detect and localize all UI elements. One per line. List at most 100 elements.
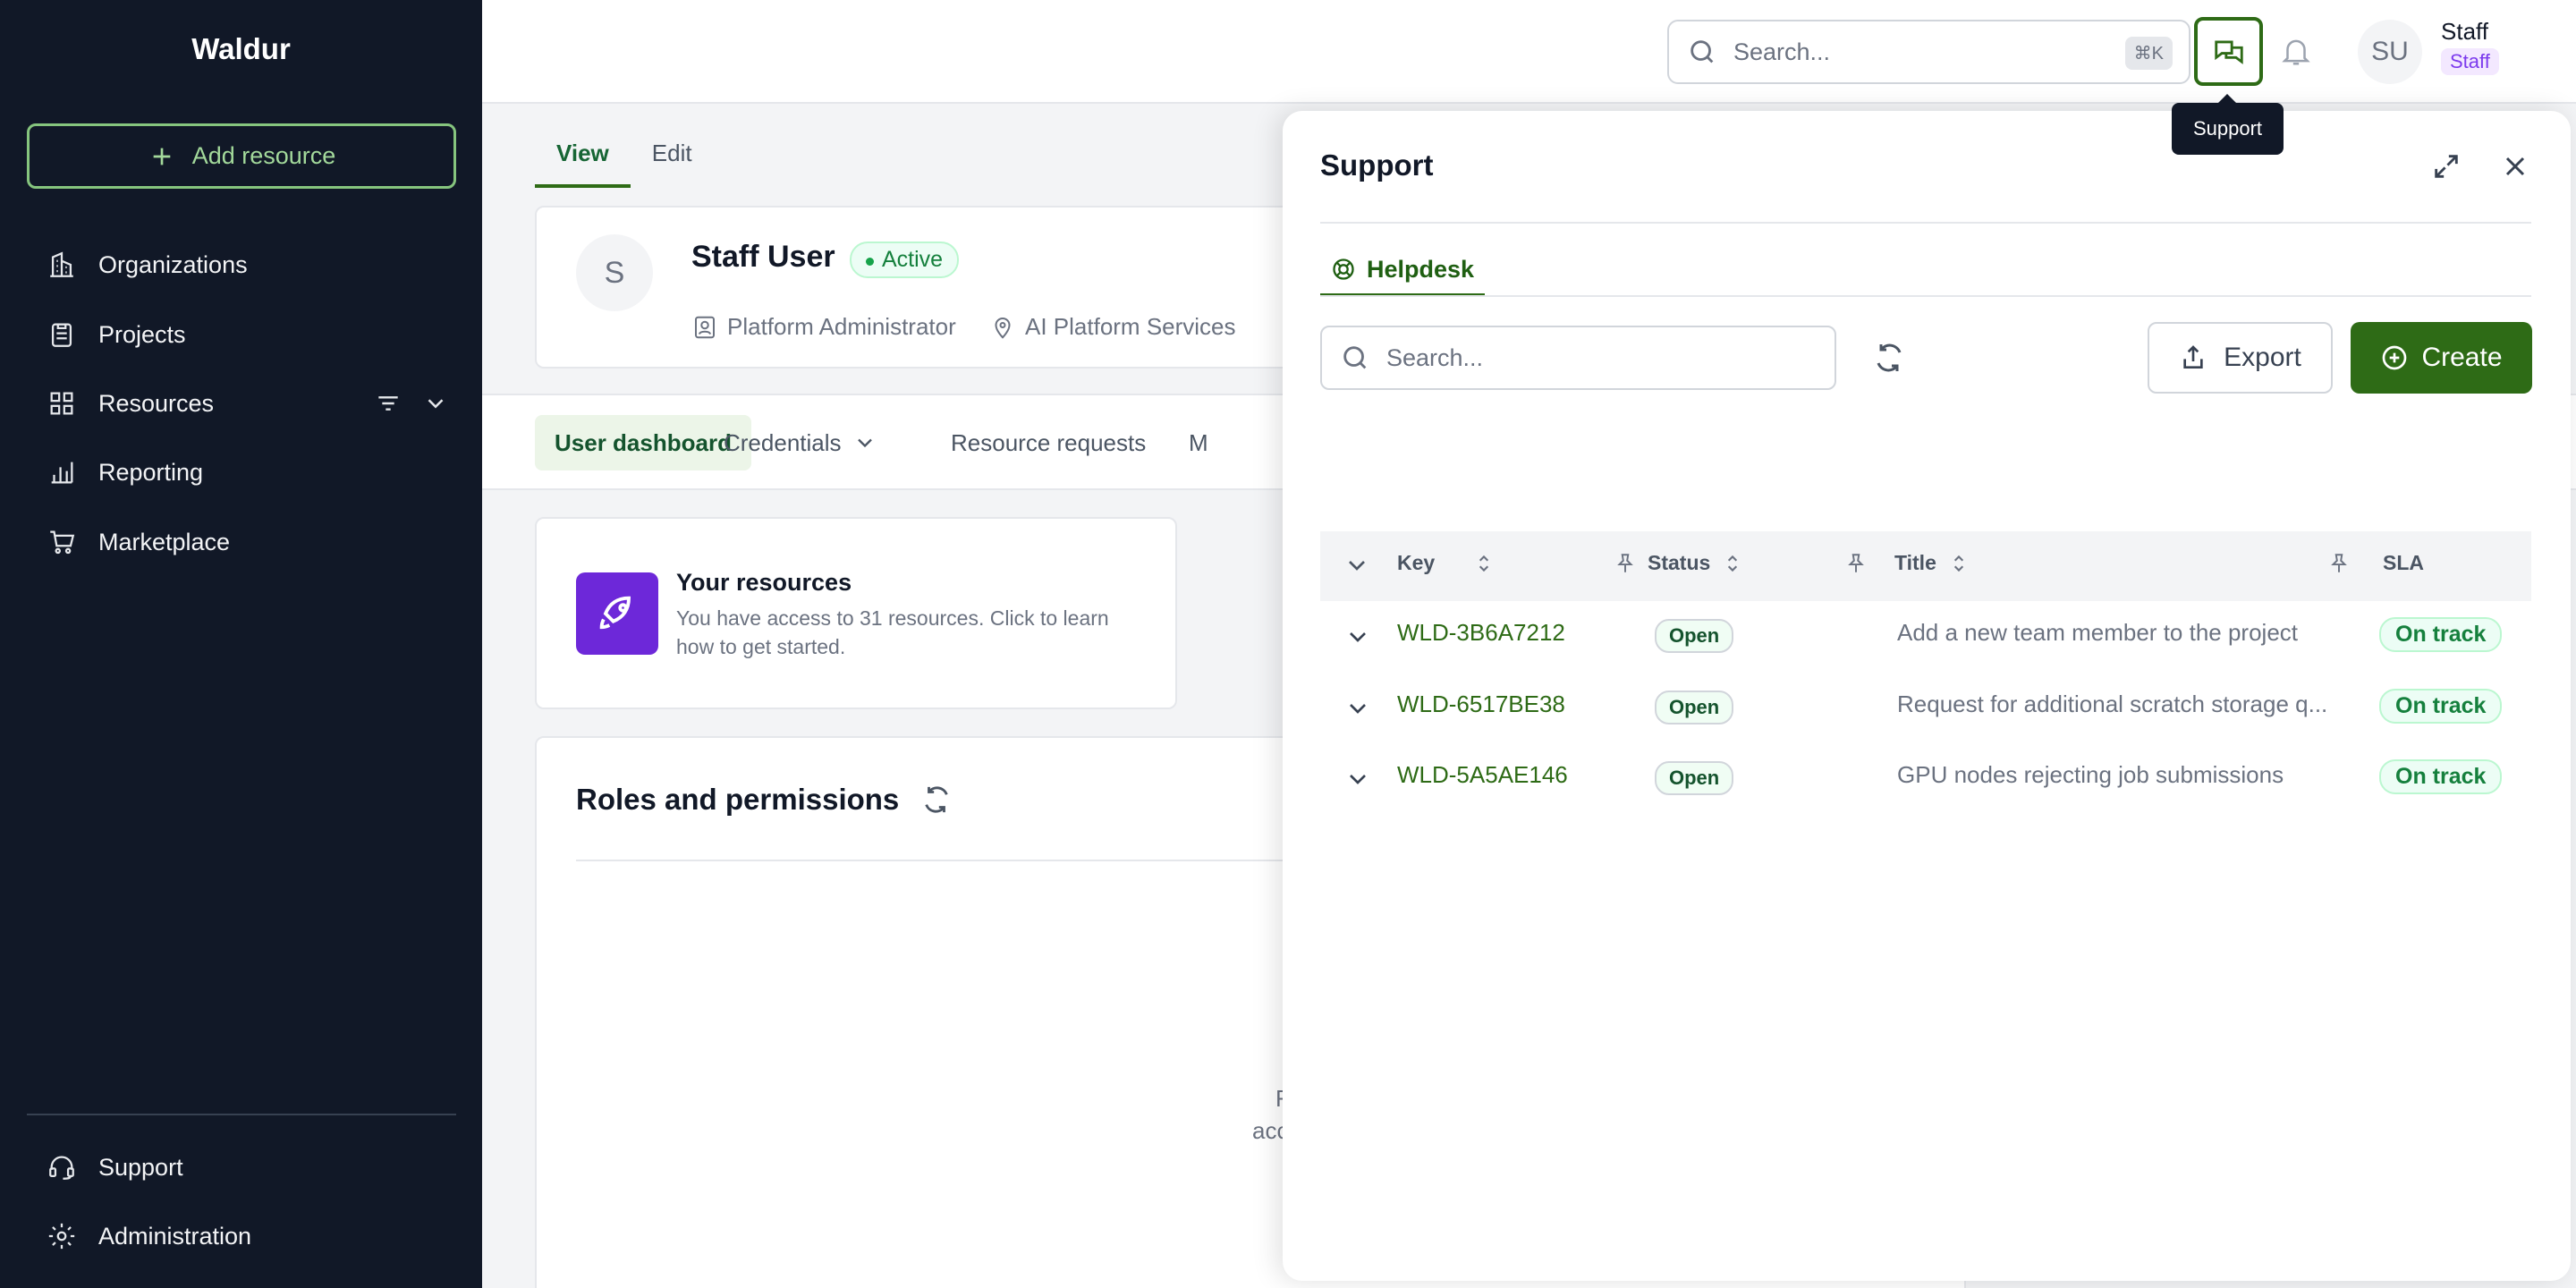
- sidebar-item-label: Reporting: [98, 458, 204, 486]
- sidebar-item-label: Projects: [98, 320, 186, 348]
- pin-icon[interactable]: [1614, 552, 1637, 575]
- chevron-down-icon: [857, 438, 872, 448]
- subtab-resource-requests[interactable]: Resource requests: [931, 415, 1165, 470]
- tab-divider: [1320, 295, 2531, 297]
- sidebar-item-label: Support: [98, 1153, 183, 1181]
- status-badge: Active: [850, 242, 960, 278]
- ticket-key[interactable]: WLD-3B6A7212: [1397, 619, 1565, 647]
- sort-icon: [1953, 555, 1963, 572]
- subtab-credentials[interactable]: Credentials: [704, 415, 897, 470]
- panel-divider: [1320, 222, 2531, 224]
- sidebar-item-projects[interactable]: Projects: [47, 309, 449, 360]
- column-header-key[interactable]: Key: [1397, 551, 1496, 575]
- cart-icon: [50, 530, 75, 555]
- lifebuoy-icon: [1333, 258, 1354, 280]
- bell-icon: [2282, 39, 2310, 65]
- chat-bubbles-icon: [2214, 39, 2243, 64]
- resources-card[interactable]: Your resources You have access to 31 res…: [535, 517, 1177, 709]
- share-icon: [2183, 345, 2203, 369]
- sidebar-item-label: Marketplace: [98, 528, 231, 555]
- subtab-credentials-label: Credentials: [724, 428, 842, 456]
- helpdesk-search-input[interactable]: Search...: [1320, 326, 1836, 390]
- clipboard-icon: [51, 323, 72, 347]
- expand-all-toggle[interactable]: [1343, 551, 1371, 580]
- search-icon: [1690, 40, 1714, 64]
- close-icon[interactable]: [2499, 150, 2531, 182]
- export-button[interactable]: Export: [2148, 322, 2333, 394]
- tab-helpdesk-label: Helpdesk: [1367, 255, 1475, 283]
- brand-logo[interactable]: Waldur: [0, 32, 482, 66]
- chevron-down-icon[interactable]: [422, 390, 449, 417]
- sidebar-item-label: Organizations: [98, 250, 248, 278]
- rocket-icon: [576, 572, 658, 655]
- pin-icon[interactable]: [1844, 552, 1868, 575]
- ticket-title[interactable]: GPU nodes rejecting job submissions: [1897, 761, 2353, 789]
- refresh-icon[interactable]: [1873, 342, 1905, 374]
- profile-meta-org: AI Platform Services: [989, 313, 1236, 341]
- sidebar-item-organizations[interactable]: Organizations: [47, 240, 449, 290]
- sidebar-item-support[interactable]: Support: [47, 1142, 449, 1192]
- add-resource-label: Add resource: [191, 142, 336, 169]
- search-shortcut-badge: ⌘K: [2124, 37, 2173, 70]
- column-label: Title: [1894, 551, 1936, 574]
- sidebar-item-administration[interactable]: Administration: [47, 1211, 449, 1261]
- sidebar-item-resources[interactable]: Resources: [47, 378, 449, 428]
- global-search-input[interactable]: Search... ⌘K: [1667, 20, 2190, 84]
- user-avatar[interactable]: SU: [2358, 20, 2422, 84]
- column-label: Key: [1397, 551, 1436, 574]
- ticket-title[interactable]: Add a new team member to the project: [1897, 619, 2353, 647]
- plus-circle-icon: [2383, 345, 2407, 370]
- ticket-key[interactable]: WLD-5A5AE146: [1397, 761, 1568, 789]
- support-panel-title: Support: [1320, 148, 1434, 182]
- sidebar-item-marketplace[interactable]: Marketplace: [47, 517, 449, 567]
- global-search-placeholder: Search...: [1733, 38, 1831, 65]
- resources-description: You have access to 31 resources. Click t…: [676, 606, 1109, 658]
- chevron-down-icon[interactable]: [1343, 765, 1372, 793]
- status-badge: Open: [1655, 619, 1734, 653]
- create-label: Create: [2421, 343, 2503, 372]
- subtab-more[interactable]: M: [1169, 415, 1228, 470]
- create-button[interactable]: Create: [2351, 322, 2532, 394]
- headset-icon: [49, 1156, 74, 1180]
- expand-icon[interactable]: [2431, 151, 2462, 182]
- ticket-title[interactable]: Request for additional scratch storage q…: [1897, 691, 2353, 718]
- roles-title: Roles and permissions: [576, 783, 900, 816]
- resources-title: Your resources: [676, 569, 852, 596]
- helpdesk-search-placeholder: Search...: [1386, 343, 1484, 371]
- chevron-down-icon[interactable]: [1343, 623, 1372, 651]
- id-badge-icon: [695, 316, 715, 338]
- column-header-status[interactable]: Status: [1614, 551, 1744, 575]
- profile-role-text: Platform Administrator: [727, 313, 956, 340]
- ticket-key[interactable]: WLD-6517BE38: [1397, 691, 1565, 718]
- table-row[interactable]: WLD-6517BE38 Open Request for additional…: [1320, 673, 2531, 744]
- column-header-title[interactable]: Title: [1844, 551, 1970, 575]
- tab-edit[interactable]: Edit: [631, 125, 714, 188]
- user-role-badge: Staff: [2441, 48, 2499, 75]
- sort-icon: [1479, 555, 1489, 572]
- sidebar-divider: [27, 1114, 456, 1115]
- table-row[interactable]: WLD-3B6A7212 Open Add a new team member …: [1320, 601, 2531, 673]
- sla-badge: On track: [2379, 689, 2503, 724]
- chevron-down-icon[interactable]: [1343, 694, 1372, 723]
- tab-view[interactable]: View: [535, 125, 631, 188]
- support-panel: Support Helpdesk Search... Export Create…: [1283, 111, 2571, 1281]
- tab-helpdesk[interactable]: Helpdesk: [1320, 245, 1486, 297]
- search-icon: [1343, 346, 1367, 369]
- column-header-sla[interactable]: SLA: [2327, 551, 2424, 575]
- support-button[interactable]: [2194, 17, 2263, 86]
- profile-name: Staff User: [691, 240, 835, 274]
- user-name[interactable]: Staff: [2441, 18, 2488, 46]
- add-resource-button[interactable]: Add resource: [27, 123, 456, 189]
- column-label: SLA: [2383, 551, 2424, 574]
- refresh-icon[interactable]: [921, 784, 952, 815]
- table-row[interactable]: WLD-5A5AE146 Open GPU nodes rejecting jo…: [1320, 743, 2531, 815]
- pin-icon[interactable]: [2327, 552, 2351, 575]
- profile-avatar: S: [576, 234, 653, 311]
- page-tabs: View Edit: [535, 125, 714, 188]
- sidebar: Waldur Add resource Organizations Projec…: [0, 0, 482, 1288]
- sidebar-item-reporting[interactable]: Reporting: [47, 447, 449, 497]
- sort-icon: [1728, 555, 1738, 572]
- notifications-button[interactable]: [2279, 34, 2313, 68]
- filter-icon[interactable]: [374, 389, 402, 418]
- bar-chart-icon: [51, 462, 73, 484]
